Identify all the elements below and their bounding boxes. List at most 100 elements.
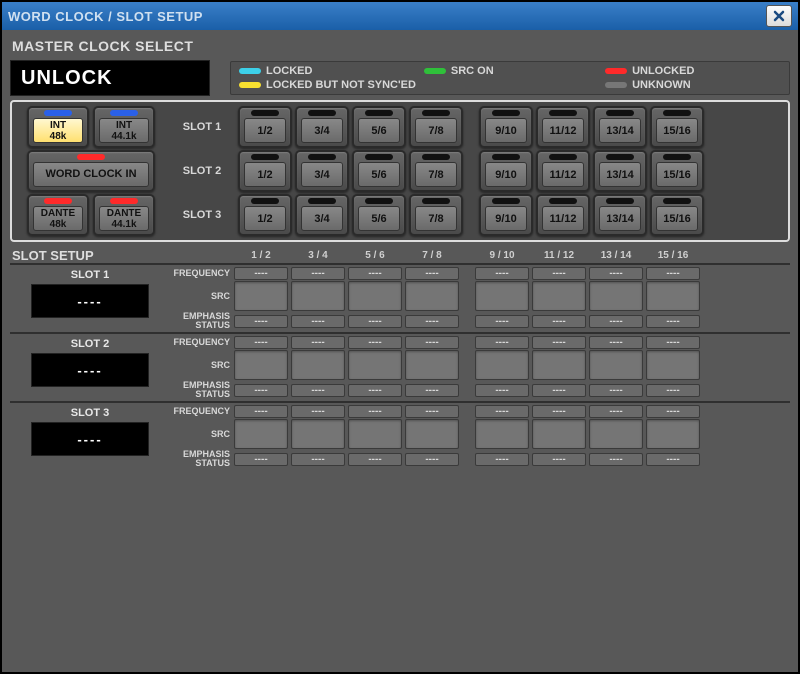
channel-button[interactable]: 13/14 <box>593 106 647 148</box>
channel-button[interactable]: 11/12 <box>536 106 590 148</box>
src-button[interactable] <box>291 350 345 380</box>
slot-setup-header: SLOT SETUP 1 / 23 / 45 / 67 / 89 / 1011 … <box>10 248 790 263</box>
slot-left: SLOT 2 ---- <box>10 336 170 399</box>
channel-button[interactable]: 7/8 <box>409 106 463 148</box>
channel-label: 1/2 <box>244 206 286 231</box>
param-row: FREQUENCY-------------------------------… <box>170 405 790 418</box>
value-cell: ---- <box>589 453 643 466</box>
slot-card-display[interactable]: ---- <box>31 422 149 456</box>
channel-label: 7/8 <box>415 162 457 187</box>
param-label: FREQUENCY <box>170 338 234 347</box>
channel-button[interactable]: 11/12 <box>536 194 590 236</box>
value-cell: ---- <box>475 405 529 418</box>
param-cells: -------------------------------- <box>234 405 700 418</box>
channel-button[interactable]: 1/2 <box>238 150 292 192</box>
indicator-icon <box>77 154 105 160</box>
src-button[interactable] <box>405 281 459 311</box>
src-button[interactable] <box>475 281 529 311</box>
src-button[interactable] <box>234 350 288 380</box>
channel-button[interactable]: 9/10 <box>479 194 533 236</box>
src-button[interactable] <box>646 350 700 380</box>
param-label: FREQUENCY <box>170 407 234 416</box>
src-button[interactable] <box>234 281 288 311</box>
indicator-icon <box>251 154 279 160</box>
slot-2-label: SLOT 2 <box>172 165 232 177</box>
channel-label: 9/10 <box>485 206 527 231</box>
channel-button[interactable]: 5/6 <box>352 150 406 192</box>
src-button[interactable] <box>532 350 586 380</box>
label-line2: 44.1k <box>111 131 136 142</box>
src-button[interactable] <box>291 419 345 449</box>
channel-button[interactable]: 9/10 <box>479 106 533 148</box>
channel-button[interactable]: 5/6 <box>352 194 406 236</box>
value-cell: ---- <box>291 384 345 397</box>
channel-button[interactable]: 13/14 <box>593 194 647 236</box>
value-cell: ---- <box>348 405 402 418</box>
lock-status-display: UNLOCK <box>10 60 210 96</box>
src-button[interactable] <box>234 419 288 449</box>
src-button[interactable] <box>646 419 700 449</box>
channel-button[interactable]: 15/16 <box>650 150 704 192</box>
src-button[interactable] <box>348 350 402 380</box>
channel-button[interactable]: 13/14 <box>593 150 647 192</box>
close-button[interactable] <box>766 5 792 27</box>
src-button[interactable] <box>348 419 402 449</box>
channel-header: 11 / 12 <box>532 250 586 261</box>
channel-button[interactable]: 5/6 <box>352 106 406 148</box>
value-cell: ---- <box>348 267 402 280</box>
legend-unknown-label: UNKNOWN <box>632 79 691 91</box>
value-cell: ---- <box>589 384 643 397</box>
channel-button[interactable]: 7/8 <box>409 150 463 192</box>
param-cells: -------------------------------- <box>234 384 700 397</box>
value-cell: ---- <box>532 453 586 466</box>
legend-locked-label: LOCKED <box>266 65 312 77</box>
src-button[interactable] <box>589 281 643 311</box>
channel-button[interactable]: 9/10 <box>479 150 533 192</box>
indicator-icon <box>663 198 691 204</box>
master-clock-title: MASTER CLOCK SELECT <box>12 38 790 54</box>
channel-button[interactable]: 1/2 <box>238 194 292 236</box>
value-cell: ---- <box>475 384 529 397</box>
indicator-icon <box>365 110 393 116</box>
slot-name-label: SLOT 2 <box>71 338 110 350</box>
channel-button[interactable]: 3/4 <box>295 106 349 148</box>
param-row: FREQUENCY-------------------------------… <box>170 267 790 280</box>
channel-button[interactable]: 1/2 <box>238 106 292 148</box>
src-button[interactable] <box>589 350 643 380</box>
param-cells: -------------------------------- <box>234 315 700 328</box>
src-button[interactable] <box>475 350 529 380</box>
slot-card-display[interactable]: ---- <box>31 284 149 318</box>
src-button[interactable] <box>291 281 345 311</box>
value-cell: ---- <box>405 315 459 328</box>
channel-button[interactable]: 3/4 <box>295 150 349 192</box>
src-button[interactable] <box>475 419 529 449</box>
param-label: EMPHASIS STATUS <box>170 312 234 330</box>
src-button[interactable] <box>405 419 459 449</box>
value-cell: ---- <box>291 315 345 328</box>
src-button[interactable] <box>532 419 586 449</box>
dante-48k-button[interactable]: DANTE 48k <box>27 194 89 236</box>
src-button[interactable] <box>405 350 459 380</box>
dante-441k-button[interactable]: DANTE 44.1k <box>93 194 155 236</box>
channel-button[interactable]: 3/4 <box>295 194 349 236</box>
indicator-icon <box>365 154 393 160</box>
value-cell: ---- <box>646 453 700 466</box>
channel-button[interactable]: 11/12 <box>536 150 590 192</box>
channel-button[interactable]: 15/16 <box>650 106 704 148</box>
slot-name-label: SLOT 1 <box>71 269 110 281</box>
indicator-icon <box>365 198 393 204</box>
indicator-icon <box>492 154 520 160</box>
int-441k-button[interactable]: INT 44.1k <box>93 106 155 148</box>
src-button[interactable] <box>532 281 586 311</box>
param-row: SRC <box>170 419 790 449</box>
slot-card-display[interactable]: ---- <box>31 353 149 387</box>
value-cell: ---- <box>589 315 643 328</box>
int-48k-button[interactable]: INT 48k <box>27 106 89 148</box>
word-clock-in-button[interactable]: WORD CLOCK IN <box>27 150 155 192</box>
src-button[interactable] <box>646 281 700 311</box>
channel-button[interactable]: 7/8 <box>409 194 463 236</box>
value-cell: ---- <box>589 267 643 280</box>
src-button[interactable] <box>348 281 402 311</box>
channel-button[interactable]: 15/16 <box>650 194 704 236</box>
src-button[interactable] <box>589 419 643 449</box>
